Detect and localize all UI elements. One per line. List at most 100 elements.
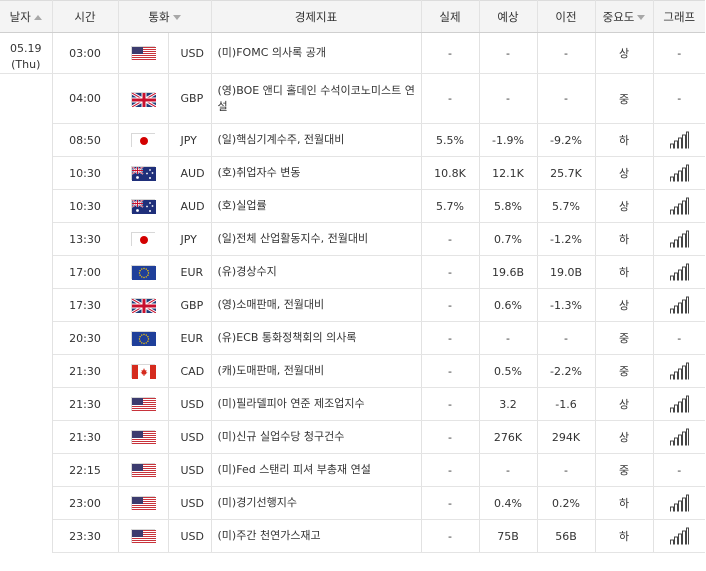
currency-code: USD [168,453,212,487]
event-name: (일)전체 산업활동지수, 전월대비 [211,222,422,256]
table-row: 20:30 EUR (유)ECB 통화정책회의 의사록 - - - 중 - [0,321,706,355]
graph-cell[interactable] [653,354,706,388]
importance-value: 중 [595,321,654,355]
actual-value: - [421,288,480,322]
bar-chart-icon[interactable] [654,296,706,314]
date-cell [0,255,53,289]
bar-chart-icon[interactable] [654,527,706,545]
currency-code: GBP [168,288,212,322]
graph-cell: - [653,321,706,355]
actual-value: 5.5% [421,123,480,157]
bar-chart-icon[interactable] [654,362,706,380]
importance-value: 상 [595,32,654,74]
importance-value: 하 [595,486,654,520]
graph-cell[interactable] [653,486,706,520]
flag-cell [118,288,169,322]
forecast-value: - [479,453,538,487]
bar-chart-icon[interactable] [654,428,706,446]
date-column-header[interactable]: 날자 [0,0,53,33]
event-name: (미)신규 실업수당 청구건수 [211,420,422,454]
forecast-value: 19.6B [479,255,538,289]
previous-value: 56B [537,519,596,553]
currency-code: GBP [168,73,212,124]
date-cell [0,519,53,553]
importance-value: 하 [595,123,654,157]
importance-value: 상 [595,156,654,190]
currency-column-header[interactable]: 통화 [118,0,212,33]
previous-column-header: 이전 [537,0,596,33]
jp-flag-icon [131,133,156,148]
time-cell: 08:50 [52,123,119,157]
eu-flag-icon [131,331,156,346]
graph-cell[interactable] [653,420,706,454]
actual-value: - [421,321,480,355]
importance-column-header[interactable]: 중요도 [595,0,654,33]
previous-value: -1.2% [537,222,596,256]
bar-chart-icon[interactable] [654,230,706,248]
flag-cell [118,321,169,355]
currency-code: AUD [168,189,212,223]
time-cell: 20:30 [52,321,119,355]
date-cell [0,387,53,421]
time-cell: 21:30 [52,420,119,454]
actual-value: - [421,486,480,520]
event-name: (영)BOE 앤디 홀데인 수석이코노미스트 연설 [211,73,422,124]
previous-value: -9.2% [537,123,596,157]
graph-cell[interactable] [653,387,706,421]
bar-chart-icon[interactable] [654,494,706,512]
graph-cell[interactable] [653,156,706,190]
uk-flag-icon [131,297,157,315]
table-row: 22:15 USD (미)Fed 스탠리 피셔 부총재 연설 - - - 중 - [0,453,706,487]
graph-cell[interactable] [653,222,706,256]
importance-value: 상 [595,189,654,223]
date-cell [0,73,53,124]
bar-chart-icon[interactable] [654,164,706,182]
graph-cell[interactable] [653,519,706,553]
date-cell: 05.19 (Thu) [0,32,53,74]
forecast-column-header: 예상 [479,0,538,33]
graph-cell: - [653,32,706,74]
importance-value: 중 [595,453,654,487]
previous-value: -1.6 [537,387,596,421]
graph-cell[interactable] [653,123,706,157]
table-row: 10:30 AUD (호)취업자수 변동 10.8K 12.1K 25.7K 상 [0,156,706,190]
date-cell [0,123,53,157]
us-flag-icon [131,46,156,61]
date-cell [0,222,53,256]
flag-cell [118,189,169,223]
time-cell: 04:00 [52,73,119,124]
forecast-value: 0.4% [479,486,538,520]
actual-value: - [421,354,480,388]
event-name: (미)FOMC 의사록 공개 [211,32,422,74]
graph-cell[interactable] [653,255,706,289]
importance-value: 중 [595,73,654,124]
currency-code: CAD [168,354,212,388]
table-row: 23:30 USD (미)주간 천연가스재고 -75B 56B 하 [0,519,706,553]
currency-code: EUR [168,321,212,355]
actual-value: - [421,32,480,74]
flag-cell [118,255,169,289]
indicator-column-header: 경제지표 [211,0,422,33]
bar-chart-icon[interactable] [654,197,706,215]
graph-cell[interactable] [653,189,706,223]
event-name: (캐)도매판매, 전월대비 [211,354,422,388]
previous-value: - [537,453,596,487]
date-weekday: (Thu) [11,58,41,71]
flag-cell [118,420,169,454]
graph-cell[interactable] [653,288,706,322]
previous-value: - [537,73,596,124]
time-cell: 23:30 [52,519,119,553]
importance-value: 하 [595,255,654,289]
event-name: (영)소매판매, 전월대비 [211,288,422,322]
forecast-value: 0.7% [479,222,538,256]
previous-value: 294K [537,420,596,454]
bar-chart-icon[interactable] [654,263,706,281]
currency-code: USD [168,32,212,74]
bar-chart-icon[interactable] [654,395,706,413]
date-cell [0,420,53,454]
bar-chart-icon[interactable] [654,131,706,149]
time-cell: 17:00 [52,255,119,289]
us-flag-icon [131,397,156,412]
time-cell: 21:30 [52,354,119,388]
us-flag-icon [131,496,156,511]
